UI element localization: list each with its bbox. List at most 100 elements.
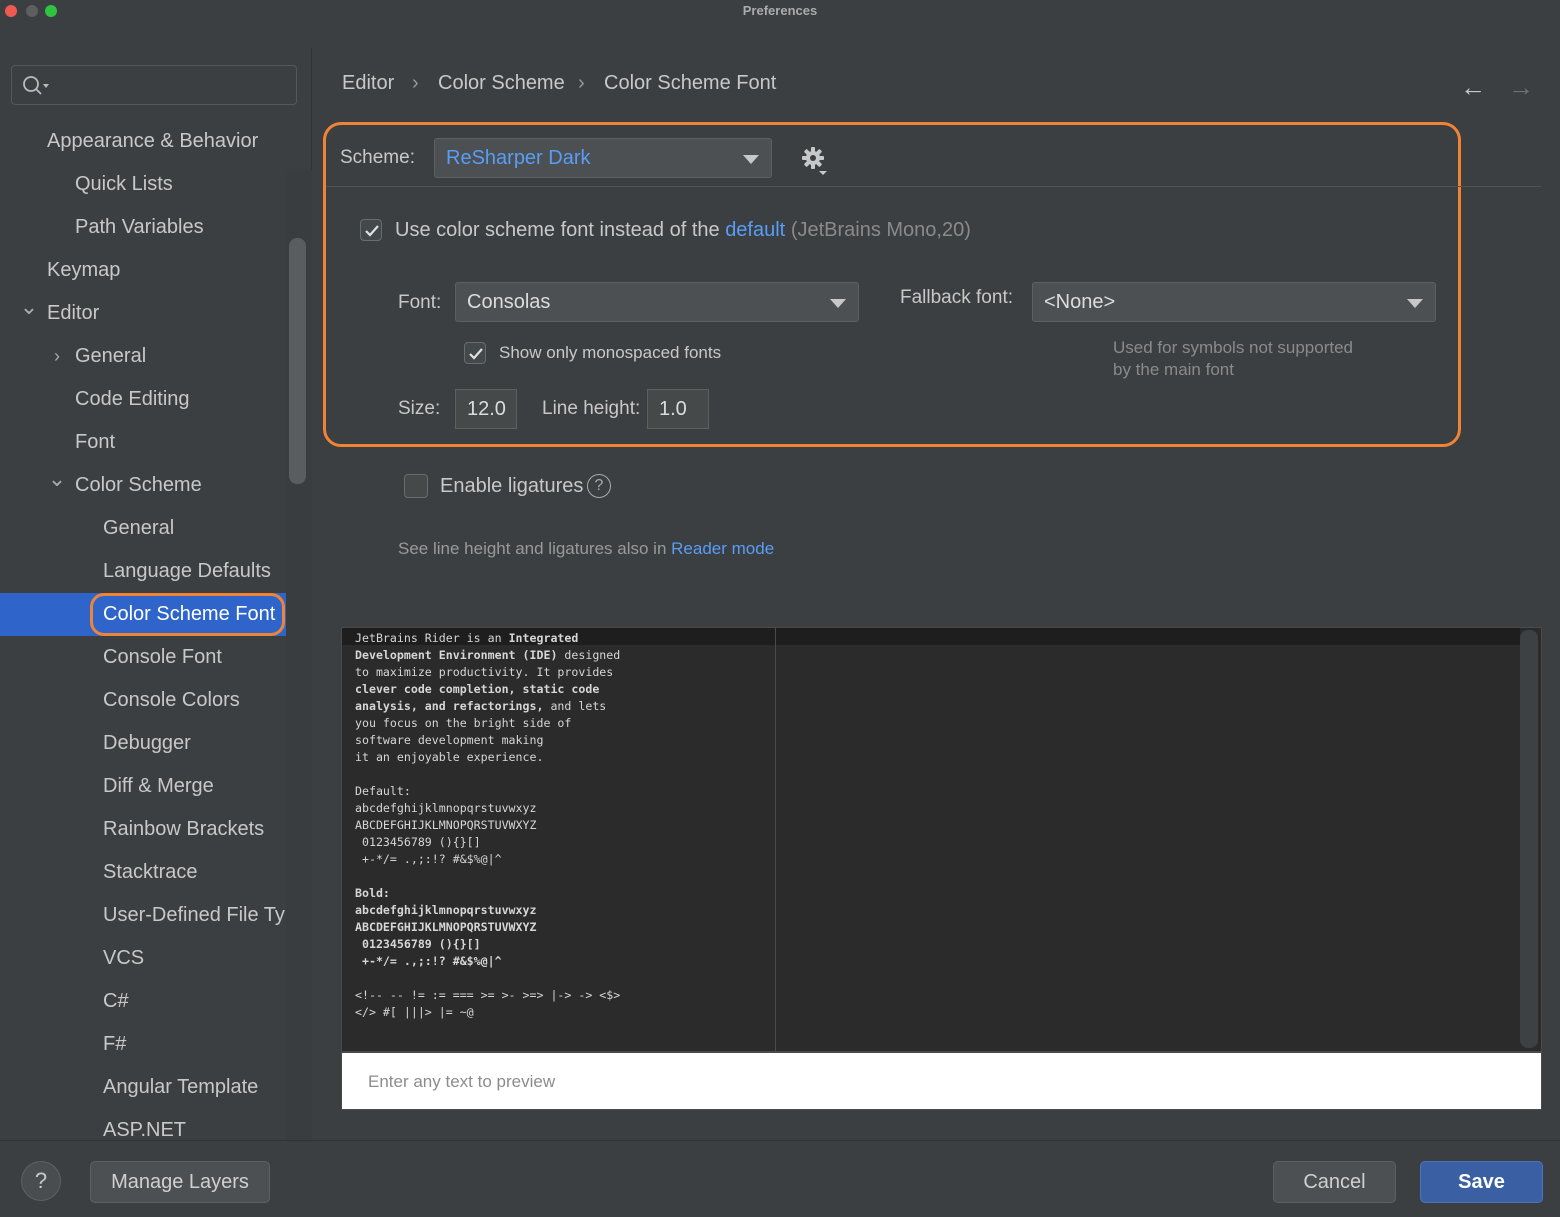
monospaced-fonts-checkbox[interactable]: [464, 342, 486, 364]
use-scheme-font-label: Use color scheme font instead of the: [395, 219, 720, 241]
preview-text-run: to maximize productivity. It provides: [355, 665, 614, 679]
chevron-down-icon: [1407, 299, 1423, 308]
preview-text-run: it an enjoyable experience.: [355, 750, 544, 764]
preview-line: it an enjoyable experience.: [355, 749, 620, 766]
breadcrumb-editor[interactable]: Editor: [342, 72, 394, 95]
preview-text-run: designed: [557, 648, 621, 662]
search-icon: [23, 76, 49, 95]
back-arrow-icon[interactable]: ←: [1460, 72, 1486, 103]
sidebar-item[interactable]: Stacktrace: [0, 851, 286, 894]
sidebar-item-label: C#: [103, 990, 129, 1012]
enable-ligatures-checkbox[interactable]: [404, 474, 428, 498]
preview-line: analysis, and refactorings, and lets: [355, 698, 620, 715]
preview-line: software development making: [355, 732, 620, 749]
sidebar-item[interactable]: ⌄ Color Scheme: [0, 464, 286, 507]
sidebar-item-label: Stacktrace: [103, 861, 198, 883]
monospaced-fonts-label: Show only monospaced fonts: [499, 343, 722, 362]
sidebar-item-label: Angular Template: [103, 1076, 259, 1098]
sidebar-item[interactable]: Console Colors: [0, 679, 286, 722]
settings-tree: Appearance & Behavior Quick Lists Path Var…: [0, 120, 286, 1140]
preview-line: <!-- -- != := === >= >- >=> |-> -> <$>: [355, 987, 620, 1004]
sidebar-item[interactable]: Debugger: [0, 722, 286, 765]
preview-line: abcdefghijklmnopqrstuvwxyz: [355, 902, 620, 919]
font-label: Font:: [398, 292, 442, 313]
sidebar-item[interactable]: Font: [0, 421, 286, 464]
fallback-font-dropdown[interactable]: <None>: [1032, 282, 1436, 322]
default-font-link[interactable]: default: [725, 219, 785, 241]
breadcrumb-color-scheme[interactable]: Color Scheme: [438, 72, 565, 95]
font-preview-pane[interactable]: JetBrains Rider is an Integrated Developm…: [341, 627, 1542, 1053]
sidebar-scrollbar[interactable]: [289, 238, 306, 484]
help-circle-icon[interactable]: ?: [587, 474, 611, 498]
section-divider: [326, 186, 1541, 187]
preview-text-run: Bold:: [355, 886, 390, 900]
preview-line: ABCDEFGHIJKLMNOPQRSTUVWXYZ: [355, 919, 620, 936]
sidebar-item[interactable]: › General: [0, 335, 286, 378]
sidebar-item-label: Quick Lists: [75, 173, 173, 195]
preview-line: you focus on the bright side of: [355, 715, 620, 732]
preview-line: JetBrains Rider is an Integrated: [355, 630, 620, 647]
chevron-right-icon[interactable]: ›: [47, 335, 67, 378]
window-title: Preferences: [742, 3, 818, 18]
preview-text-run: JetBrains Rider is an: [355, 631, 509, 645]
font-dropdown[interactable]: Consolas: [455, 282, 859, 322]
manage-layers-button[interactable]: Manage Layers: [90, 1161, 270, 1203]
sidebar-item-label: Debugger: [103, 732, 191, 754]
preview-line: [355, 868, 620, 885]
sidebar-item[interactable]: Diff & Merge: [0, 765, 286, 808]
preview-text-run: ABCDEFGHIJKLMNOPQRSTUVWXYZ: [355, 818, 537, 832]
cancel-button[interactable]: Cancel: [1273, 1161, 1396, 1203]
sidebar-item[interactable]: User-Defined File Ty: [0, 894, 286, 937]
chevron-down-icon: [830, 299, 846, 308]
sidebar-item[interactable]: ASP.NET: [0, 1109, 286, 1140]
line-height-input[interactable]: 1.0: [647, 389, 709, 429]
sidebar-item-label: Diff & Merge: [103, 775, 214, 797]
sidebar-item[interactable]: Angular Template: [0, 1066, 286, 1109]
help-button[interactable]: ?: [21, 1161, 61, 1201]
reader-mode-link[interactable]: Reader mode: [671, 539, 774, 558]
size-input[interactable]: 12.0: [455, 389, 517, 429]
preview-text-run: <!-- -- != := === >= >- >=> |-> -> <$>: [355, 988, 621, 1002]
reader-mode-note: See line height and ligatures also in Re…: [398, 539, 774, 559]
sidebar-item[interactable]: VCS: [0, 937, 286, 980]
sidebar-item[interactable]: Rainbow Brackets: [0, 808, 286, 851]
sidebar-item[interactable]: General: [0, 507, 286, 550]
forward-arrow-icon[interactable]: →: [1508, 72, 1534, 103]
save-button[interactable]: Save: [1420, 1161, 1543, 1203]
sidebar-item[interactable]: Appearance & Behavior: [0, 120, 286, 163]
preview-text-run: +-*/= .,;:!? #&$%@|^: [355, 852, 502, 866]
highlight-annotation: [90, 593, 285, 636]
preview-line: [355, 766, 620, 783]
sidebar-item[interactable]: Path Variables: [0, 206, 286, 249]
settings-search-input[interactable]: [11, 65, 297, 105]
sidebar-item[interactable]: Color Scheme Font: [0, 593, 286, 636]
sidebar-item-label: Path Variables: [75, 216, 204, 238]
sidebar-item[interactable]: Quick Lists: [0, 163, 286, 206]
sidebar-item[interactable]: Keymap: [0, 249, 286, 292]
sidebar-item[interactable]: ⌄ Editor: [0, 292, 286, 335]
sidebar-item-label: Font: [75, 431, 116, 453]
checkmark-icon: [469, 348, 483, 360]
use-scheme-font-row: Use color scheme font instead of the def…: [395, 219, 971, 242]
chevron-down-icon[interactable]: ⌄: [47, 464, 67, 494]
sidebar-item[interactable]: Language Defaults: [0, 550, 286, 593]
gear-icon[interactable]: [800, 145, 832, 177]
sidebar-item[interactable]: Console Font: [0, 636, 286, 679]
scheme-label: Scheme:: [340, 147, 415, 168]
preview-line: Bold:: [355, 885, 620, 902]
sidebar-item[interactable]: Code Editing: [0, 378, 286, 421]
scheme-dropdown[interactable]: ReSharper Dark: [434, 138, 772, 178]
sidebar-item-label: Editor: [47, 302, 100, 324]
preview-line: 0123456789 (){}[]: [355, 936, 620, 953]
use-scheme-font-checkbox[interactable]: [360, 219, 382, 241]
preview-input-field[interactable]: Enter any text to preview: [341, 1052, 1542, 1110]
preview-line: 0123456789 (){}[]: [355, 834, 620, 851]
chevron-down-icon[interactable]: ⌄: [19, 292, 39, 322]
sidebar-item[interactable]: C#: [0, 980, 286, 1023]
sidebar-item-label: General: [75, 345, 147, 367]
preview-line: Default:: [355, 783, 620, 800]
preview-scrollbar[interactable]: [1520, 630, 1538, 1048]
sidebar-item-label: Language Defaults: [103, 560, 271, 582]
sidebar-item[interactable]: F#: [0, 1023, 286, 1066]
preview-text-run: clever code completion, static code: [355, 682, 600, 696]
